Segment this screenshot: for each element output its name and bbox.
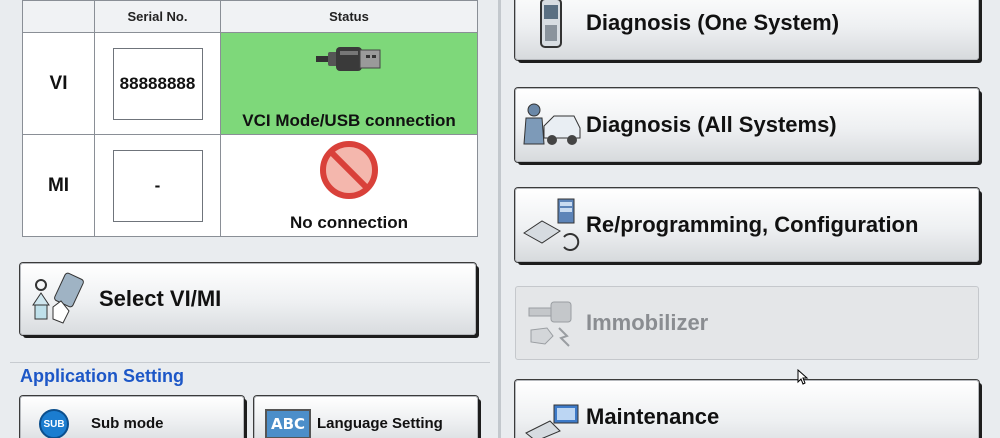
status-cell-vi: VCI Mode/USB connection [220, 32, 478, 135]
reprogram-icon [516, 195, 586, 255]
row-label-vi: VI [22, 32, 95, 135]
diagnosis-all-systems-button[interactable]: Diagnosis (All Systems) [515, 88, 979, 162]
language-setting-button[interactable]: ABC Language Setting [254, 396, 478, 438]
maintenance-icon [516, 387, 586, 438]
table-header-empty [22, 0, 95, 33]
maintenance-label: Maintenance [586, 404, 720, 429]
serial-number-vi: 88888888 [112, 47, 203, 120]
select-vi-mi-label: Select VI/MI [99, 286, 222, 311]
language-icon: ABC [265, 409, 311, 438]
status-cell-mi: No connection [220, 134, 478, 237]
menu-panel: Diagnosis (One System) Diagnosis (All Sy… [501, 0, 1000, 438]
table-row-mi: MI - No connection [22, 134, 478, 237]
immobilizer-button[interactable]: Immobilizer [515, 286, 979, 360]
serial-cell-vi: 88888888 [94, 32, 221, 135]
mouse-cursor-icon [797, 369, 809, 385]
application-setting-title: Application Setting [20, 366, 184, 386]
mechanic-car-icon [516, 95, 586, 155]
serial-cell-mi: - [94, 134, 221, 237]
serial-number-mi: - [112, 149, 203, 222]
sub-mode-icon: SUB [39, 409, 69, 438]
reprogramming-configuration-label: Re/programming, Configuration [586, 212, 919, 237]
sub-mode-button[interactable]: SUB Sub mode [20, 396, 244, 438]
table-header-status: Status [220, 0, 478, 33]
sub-mode-label: Sub mode [91, 415, 164, 432]
usb-icon [316, 47, 381, 71]
vi-mi-status-table: Serial No. Status VI 88888888 VCI Mode/U… [22, 0, 478, 237]
select-vi-mi-button[interactable]: Select VI/MI [20, 263, 476, 335]
handheld-device-icon [516, 0, 586, 53]
language-setting-label: Language Setting [317, 415, 443, 432]
vi-mi-panel: Serial No. Status VI 88888888 VCI Mode/U… [0, 0, 498, 438]
diagnosis-one-system-label: Diagnosis (One System) [586, 10, 840, 35]
no-entry-icon [320, 141, 378, 199]
reprogramming-configuration-button[interactable]: Re/programming, Configuration [515, 188, 979, 262]
status-text-vi: VCI Mode/USB connection [242, 111, 456, 130]
diagnosis-one-system-button[interactable]: Diagnosis (One System) [515, 0, 979, 60]
table-header-serial: Serial No. [94, 0, 221, 33]
maintenance-button[interactable]: Maintenance [515, 380, 979, 438]
status-text-mi: No connection [289, 213, 409, 232]
select-device-icon [32, 272, 84, 324]
row-label-mi: MI [22, 134, 95, 237]
key-icon [516, 293, 586, 353]
table-row-vi: VI 88888888 VCI Mode/USB connection [22, 32, 478, 135]
table-header-row: Serial No. Status [22, 0, 478, 33]
diagnosis-all-systems-label: Diagnosis (All Systems) [586, 112, 837, 137]
immobilizer-label: Immobilizer [586, 310, 709, 335]
